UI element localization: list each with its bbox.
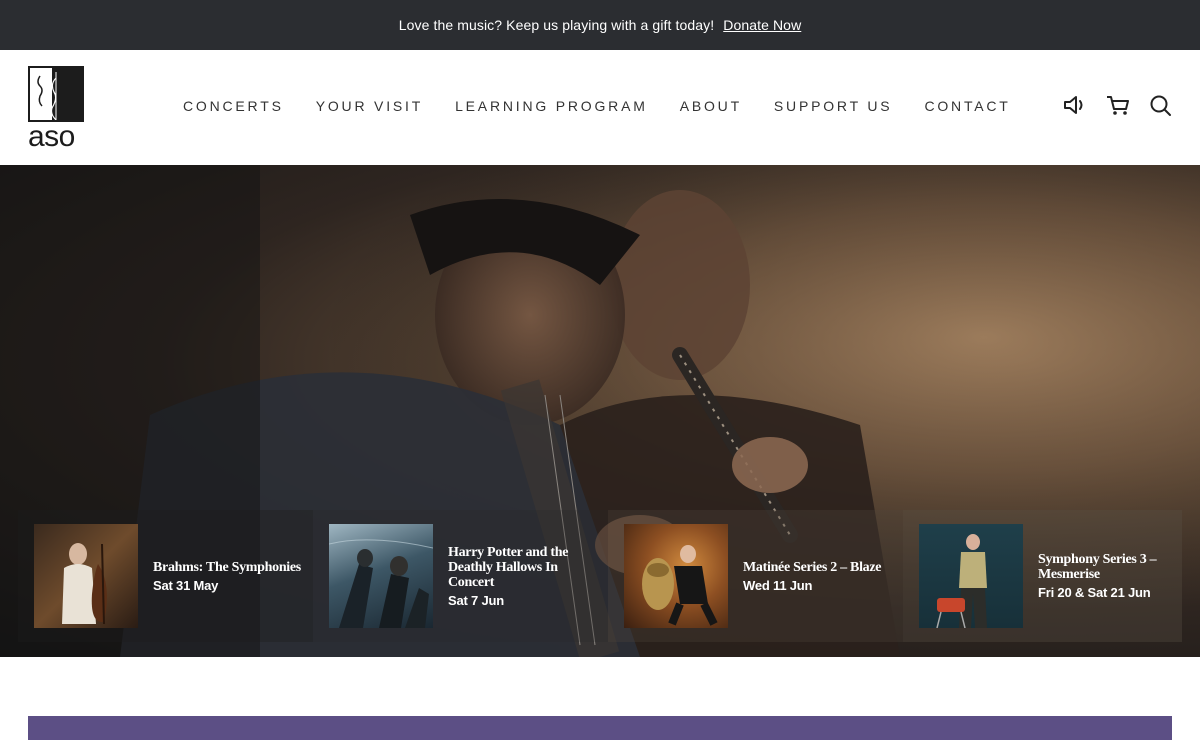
event-thumbnail bbox=[624, 524, 728, 628]
event-thumbnail bbox=[329, 524, 433, 628]
event-title: Symphony Series 3 – Mesmerise bbox=[1038, 552, 1157, 582]
site-header: aso CONCERTS YOUR VISIT LEARNING PROGRAM… bbox=[0, 50, 1200, 165]
nav-about[interactable]: ABOUT bbox=[680, 98, 742, 114]
hero-banner: Brahms: The Symphonies Sat 31 May Harry … bbox=[0, 165, 1200, 657]
nav-learning-program[interactable]: LEARNING PROGRAM bbox=[455, 98, 648, 114]
upcoming-events: Brahms: The Symphonies Sat 31 May Harry … bbox=[18, 510, 1182, 642]
event-thumbnail bbox=[919, 524, 1023, 628]
logo-text: aso bbox=[28, 120, 75, 153]
donate-now-link[interactable]: Donate Now bbox=[723, 17, 801, 33]
event-date: Sat 7 Jun bbox=[448, 592, 504, 608]
nav-your-visit[interactable]: YOUR VISIT bbox=[316, 98, 423, 114]
search-icon[interactable] bbox=[1148, 92, 1174, 118]
promo-banner bbox=[28, 716, 1172, 740]
event-title: Matinée Series 2 – Blaze bbox=[743, 559, 882, 575]
event-thumbnail bbox=[34, 524, 138, 628]
event-title: Harry Potter and the Deathly Hallows In … bbox=[448, 544, 569, 590]
header-icons bbox=[1045, 92, 1174, 118]
speaker-icon[interactable] bbox=[1062, 92, 1088, 118]
nav-contact[interactable]: CONTACT bbox=[924, 98, 1010, 114]
logo-mark bbox=[28, 66, 84, 122]
event-date: Sat 31 May bbox=[153, 577, 219, 593]
main-nav: CONCERTS YOUR VISIT LEARNING PROGRAM ABO… bbox=[183, 98, 1043, 114]
nav-support-us[interactable]: SUPPORT US bbox=[774, 98, 893, 114]
aso-logo[interactable]: aso bbox=[28, 66, 86, 153]
event-card[interactable]: Harry Potter and the Deathly Hallows In … bbox=[313, 510, 608, 642]
event-date: Fri 20 & Sat 21 Jun bbox=[1038, 585, 1151, 600]
event-title: Brahms: The Symphonies bbox=[153, 559, 301, 575]
event-card[interactable]: Matinée Series 2 – Blaze Wed 11 Jun bbox=[608, 510, 903, 642]
donate-banner: Love the music? Keep us playing with a g… bbox=[0, 0, 1200, 50]
event-card[interactable]: Brahms: The Symphonies Sat 31 May bbox=[18, 510, 313, 642]
event-card[interactable]: Symphony Series 3 – Mesmerise Fri 20 & S… bbox=[903, 510, 1182, 642]
nav-concerts[interactable]: CONCERTS bbox=[183, 98, 284, 114]
event-date: Wed 11 Jun bbox=[743, 577, 813, 593]
donate-message: Love the music? Keep us playing with a g… bbox=[398, 17, 715, 33]
cart-icon[interactable] bbox=[1105, 92, 1131, 118]
